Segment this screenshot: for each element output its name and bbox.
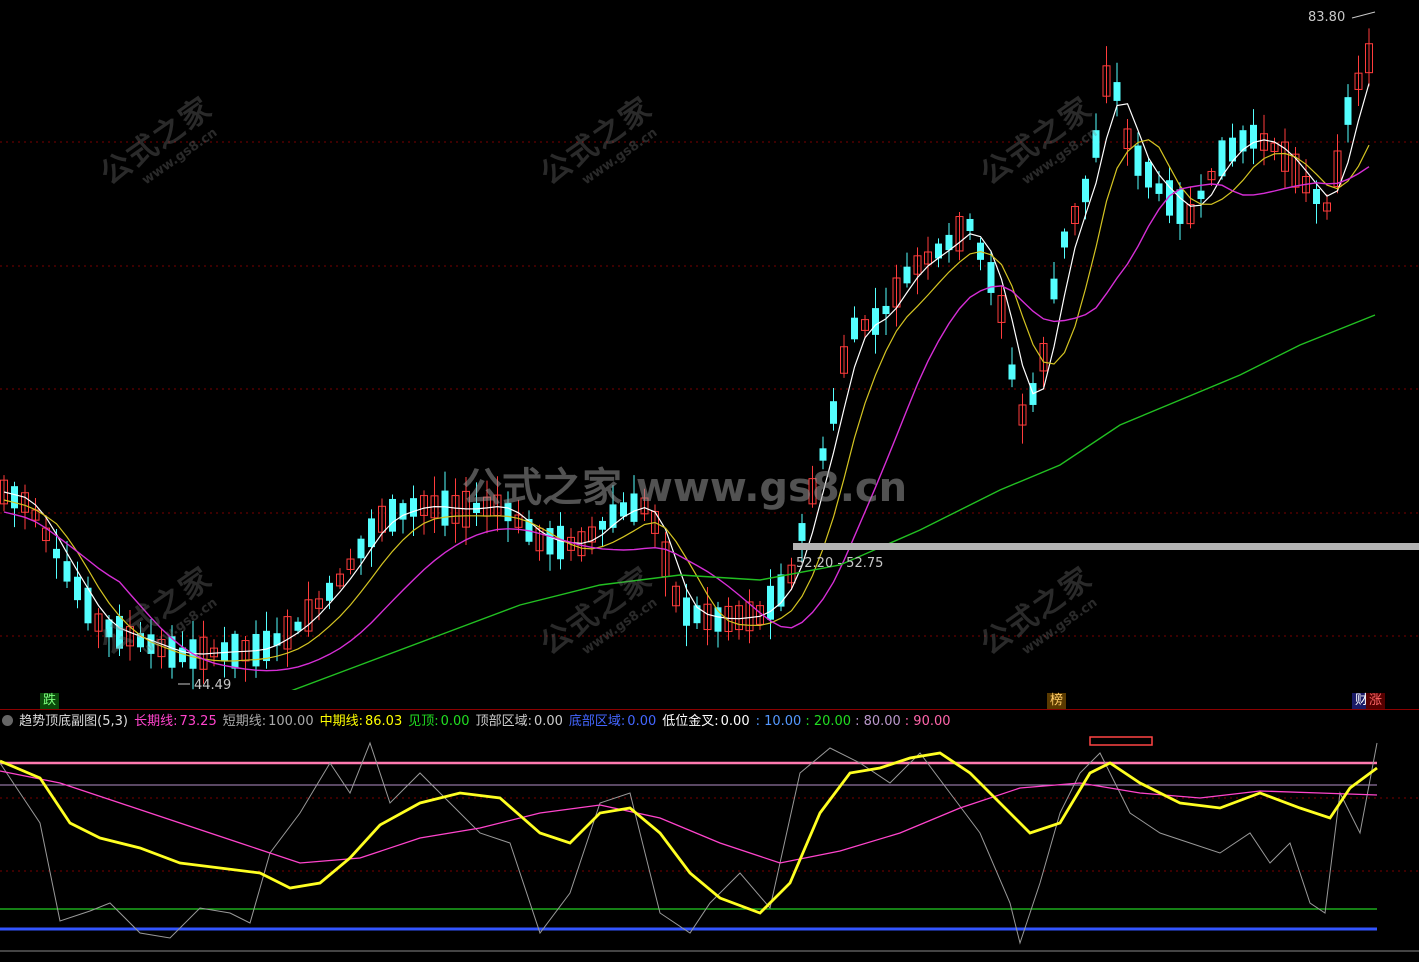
indicator-item-value: 86.03 [365, 714, 403, 729]
indicator-item-value: 0.00 [533, 714, 563, 729]
short-term-line [0, 741, 1378, 945]
candle-body [263, 630, 270, 662]
indicator-item-value: 0.00 [440, 714, 470, 729]
candle-body [105, 619, 113, 638]
candle-body [830, 401, 837, 424]
tag-fall: 跌 [40, 693, 60, 709]
candle-body [326, 582, 333, 601]
candle-body [903, 266, 911, 284]
indicator-item-value: 0.00 [627, 714, 657, 729]
indicator-item-label: 中期线: [319, 714, 363, 729]
candle-body [683, 597, 690, 626]
support-zone-bar [793, 543, 1419, 550]
candle-body [1145, 161, 1152, 188]
candle-body [368, 518, 375, 548]
candle-body [441, 490, 449, 526]
candle-body [599, 520, 606, 530]
candle-body [1008, 364, 1016, 380]
candle-body [1134, 145, 1142, 176]
indicator-header: 趋势顶底副图(5,3) 长期线: 73.25 短期线: 100.00 中期线: 86.03… [0, 711, 1419, 733]
candle-body [609, 504, 617, 528]
candle-body [798, 523, 806, 541]
low-price-label: 44.49 [194, 678, 232, 693]
candle-body [74, 576, 81, 601]
candle-body [1092, 130, 1100, 158]
indicator-item-label: 顶部区域: [475, 714, 532, 729]
zone-range-label: 52.20 - 52.75 [796, 556, 884, 571]
ma10-line [3, 139, 1370, 662]
indicator-item-label: 见顶: [408, 714, 439, 729]
collapse-icon[interactable] [2, 715, 13, 726]
candle-body [777, 574, 785, 607]
candle-body [557, 525, 564, 560]
candlestick-chart[interactable] [0, 0, 1419, 690]
candle-body [882, 305, 890, 315]
tag-rise: 涨 [1366, 693, 1386, 709]
candle-body [819, 448, 827, 461]
candle-body [767, 585, 774, 620]
mid-term-line [0, 751, 1378, 915]
candle-body [116, 615, 123, 649]
tag-list: 榜 [1047, 693, 1067, 709]
ma5-line [3, 83, 1370, 655]
pane-separator [0, 709, 1419, 710]
top-signal-box [1089, 736, 1153, 746]
candle-body [1218, 140, 1226, 177]
indicator-name[interactable]: 趋势顶底副图(5,3) [19, 714, 128, 729]
candle-body [1250, 124, 1257, 149]
candle-body [504, 502, 512, 522]
candle-body [620, 502, 627, 517]
candle-body [1050, 278, 1058, 300]
candle-body [357, 538, 365, 559]
candle-body [389, 498, 396, 532]
candle-body [11, 486, 18, 509]
indicator-item-label: 低位金叉: [662, 714, 719, 729]
candle-body [410, 498, 417, 517]
indicator-item-value: 100.00 [268, 714, 314, 729]
candle-body [1113, 82, 1121, 101]
level-value: : 20.00 [805, 714, 852, 729]
high-price-label: 83.80 [1308, 10, 1346, 25]
candle-body [63, 561, 71, 582]
indicator-item-label: 底部区域: [568, 714, 626, 729]
level-value: : 10.00 [755, 714, 802, 729]
candle-body [473, 502, 480, 513]
high-marker [1351, 11, 1376, 19]
indicator-chart[interactable] [0, 733, 1419, 962]
candle-body [53, 548, 60, 559]
candle-body [945, 234, 953, 251]
candle-body [1344, 97, 1352, 125]
indicator-item-label: 长期线: [134, 714, 178, 729]
candle-body [966, 218, 974, 232]
candle-body [1061, 231, 1068, 248]
level-value: : 90.00 [904, 714, 951, 729]
candle-body [1197, 190, 1205, 200]
candle-body [872, 308, 879, 335]
candle-body [147, 634, 155, 654]
indicator-item-value: 0.00 [720, 714, 750, 729]
candle-body [1155, 183, 1163, 194]
indicator-item-value: 73.25 [179, 714, 217, 729]
candle-body [1313, 189, 1320, 204]
candle-body [630, 493, 638, 522]
candle-body [1082, 178, 1089, 203]
indicator-item-label: 短期线: [222, 714, 267, 729]
candle-body [851, 317, 858, 340]
candle-body [294, 621, 302, 631]
level-value: : 80.00 [855, 714, 901, 729]
